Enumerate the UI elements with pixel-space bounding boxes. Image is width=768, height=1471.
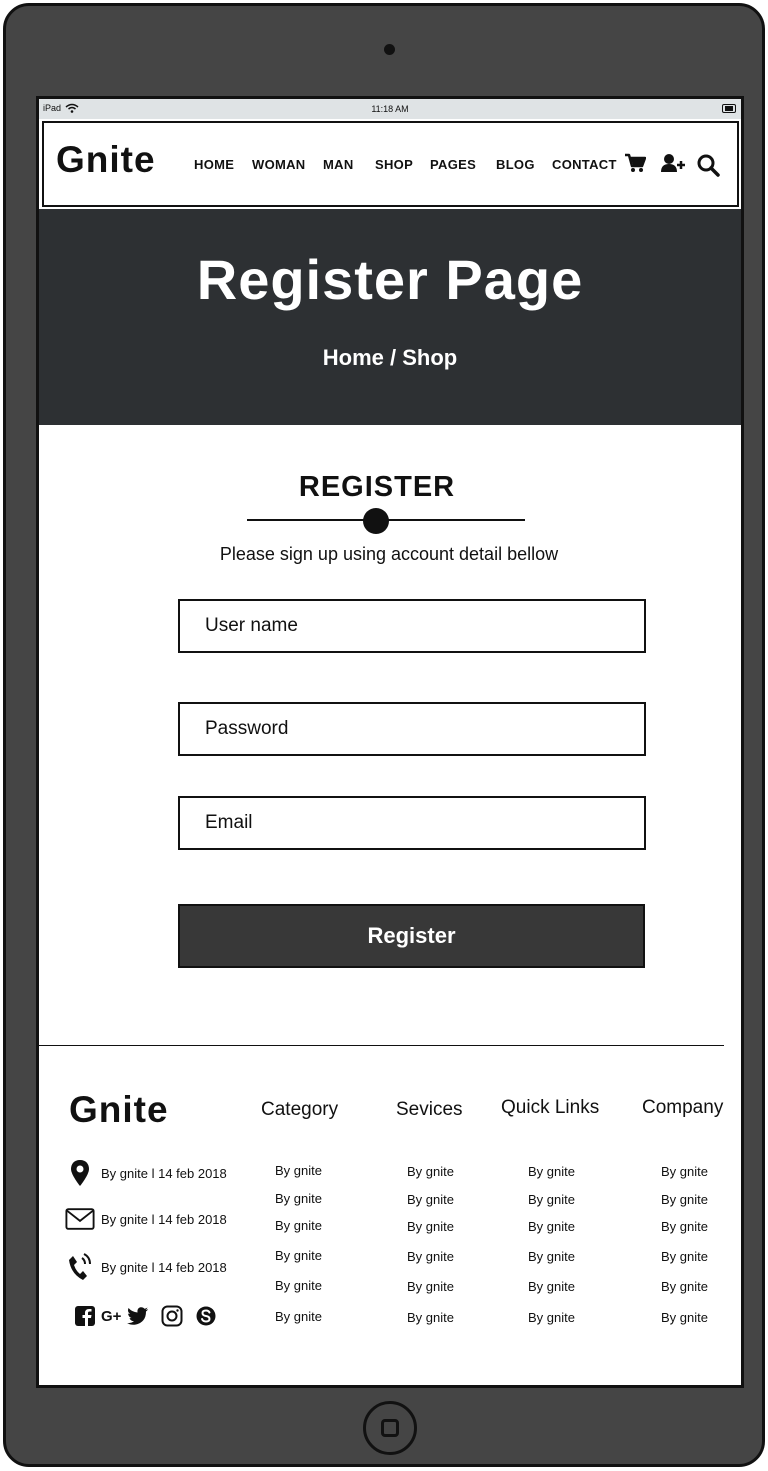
nav-item-contact[interactable]: CONTACT (552, 157, 617, 172)
contact-email-text: By gnite l 14 feb 2018 (101, 1211, 227, 1227)
contact-address-text: By gnite l 14 feb 2018 (101, 1165, 227, 1181)
register-subtitle: Please sign up using account detail bell… (219, 544, 559, 564)
footer-services-link[interactable]: By gnite (407, 1279, 454, 1294)
footer-company-link[interactable]: By gnite (661, 1310, 708, 1325)
facebook-icon[interactable] (75, 1306, 95, 1326)
email-input[interactable] (178, 796, 646, 850)
footer-quick-link[interactable]: By gnite (528, 1219, 575, 1234)
footer-company-link[interactable]: By gnite (661, 1164, 708, 1179)
footer-quick-link[interactable]: By gnite (528, 1310, 575, 1325)
logo[interactable]: Gnite (56, 139, 156, 181)
footer-col-company-heading: Company (642, 1097, 724, 1118)
page-title: Register Page (196, 248, 584, 311)
contact-phone: By gnite l 14 feb 2018 (65, 1252, 227, 1282)
google-plus-icon[interactable]: G+ (101, 1308, 121, 1325)
contact-email: By gnite l 14 feb 2018 (65, 1207, 227, 1231)
footer-logo[interactable]: Gnite (69, 1089, 169, 1131)
breadcrumb-home[interactable]: Home (323, 345, 384, 370)
home-button[interactable] (363, 1401, 417, 1455)
social-links: G+ (75, 1305, 217, 1327)
breadcrumb-separator: / (383, 345, 403, 370)
footer-col-category-heading: Category (261, 1099, 339, 1120)
username-input[interactable] (178, 599, 646, 653)
footer-quick-link[interactable]: By gnite (528, 1192, 575, 1207)
footer-divider (39, 1045, 724, 1046)
footer-col-services-heading: Sevices (396, 1099, 463, 1120)
register-button[interactable]: Register (178, 904, 645, 968)
twitter-icon[interactable] (127, 1307, 149, 1325)
footer-services-link[interactable]: By gnite (407, 1219, 454, 1234)
status-bar: iPad 11:18 AM (39, 99, 741, 119)
tablet-frame: iPad 11:18 AM Gnite HOME WOMAN MAN SHOP … (3, 3, 765, 1467)
add-user-icon[interactable] (660, 153, 686, 178)
camera (384, 44, 395, 55)
contact-address: By gnite l 14 feb 2018 (65, 1159, 227, 1187)
location-pin-icon (65, 1159, 95, 1187)
footer-services-link[interactable]: By gnite (407, 1310, 454, 1325)
footer-company-link[interactable]: By gnite (661, 1219, 708, 1234)
nav-item-blog[interactable]: BLOG (496, 157, 535, 172)
skype-icon[interactable] (195, 1305, 217, 1327)
footer-category-link[interactable]: By gnite (275, 1309, 322, 1324)
cart-icon[interactable] (624, 153, 647, 178)
hero-banner: Register Page Home / Shop (39, 209, 741, 425)
footer-company-link[interactable]: By gnite (661, 1192, 708, 1207)
footer-quick-link[interactable]: By gnite (528, 1249, 575, 1264)
breadcrumb-current[interactable]: Shop (402, 345, 457, 370)
password-input[interactable] (178, 702, 646, 756)
footer-services-link[interactable]: By gnite (407, 1164, 454, 1179)
footer-company-link[interactable]: By gnite (661, 1279, 708, 1294)
battery-icon (722, 104, 736, 113)
home-button-glyph (381, 1419, 399, 1437)
nav-item-woman[interactable]: WOMAN (252, 157, 306, 172)
status-time: 11:18 AM (371, 104, 409, 114)
phone-icon (65, 1252, 95, 1282)
nav-item-man[interactable]: MAN (323, 157, 354, 172)
footer-company-link[interactable]: By gnite (661, 1249, 708, 1264)
search-icon[interactable] (696, 153, 720, 182)
footer-col-quick-links-heading: Quick Links (501, 1097, 600, 1118)
footer-category-link[interactable]: By gnite (275, 1163, 322, 1178)
navbar: Gnite HOME WOMAN MAN SHOP PAGES BLOG CON… (42, 121, 739, 207)
envelope-icon (65, 1207, 95, 1231)
footer-category-link[interactable]: By gnite (275, 1278, 322, 1293)
nav-item-pages[interactable]: PAGES (430, 157, 476, 172)
contact-phone-text: By gnite l 14 feb 2018 (101, 1259, 227, 1275)
screen: iPad 11:18 AM Gnite HOME WOMAN MAN SHOP … (36, 96, 744, 1388)
breadcrumb: Home / Shop (39, 345, 741, 371)
footer-category-link[interactable]: By gnite (275, 1191, 322, 1206)
register-heading: REGISTER (298, 471, 456, 503)
heading-divider-dot (363, 508, 389, 534)
footer-category-link[interactable]: By gnite (275, 1248, 322, 1263)
footer-services-link[interactable]: By gnite (407, 1249, 454, 1264)
nav-item-home[interactable]: HOME (194, 157, 234, 172)
footer-services-link[interactable]: By gnite (407, 1192, 454, 1207)
instagram-icon[interactable] (161, 1305, 183, 1327)
nav-item-shop[interactable]: SHOP (375, 157, 413, 172)
footer-quick-link[interactable]: By gnite (528, 1279, 575, 1294)
footer-category-link[interactable]: By gnite (275, 1218, 322, 1233)
footer-quick-link[interactable]: By gnite (528, 1164, 575, 1179)
